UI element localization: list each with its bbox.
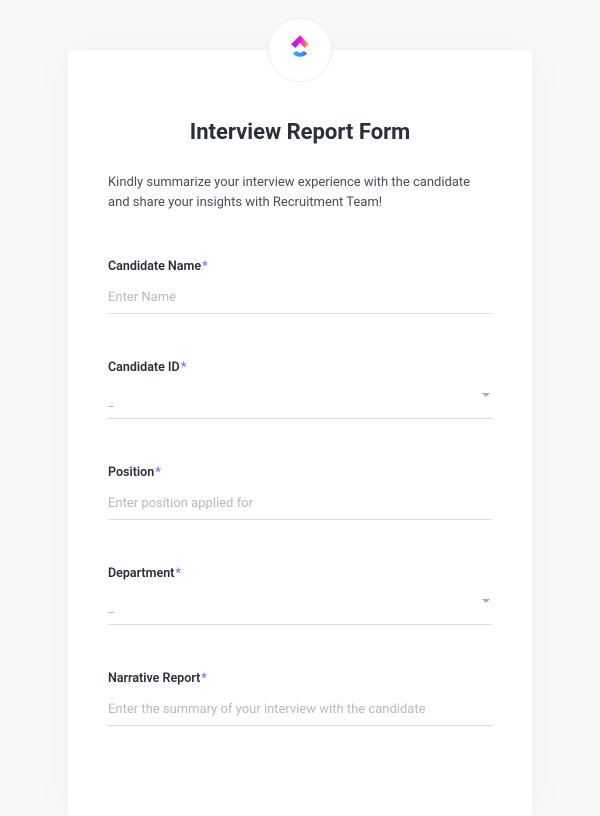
form-title: Interview Report Form [108, 120, 492, 145]
label-text: Department [108, 566, 174, 581]
chevron-down-icon [482, 599, 490, 603]
chevron-down-icon [482, 393, 490, 397]
field-department: Department* _ [108, 566, 492, 625]
narrative-report-label: Narrative Report* [108, 671, 492, 686]
candidate-name-input[interactable] [108, 284, 492, 314]
clickup-logo-icon [282, 30, 318, 70]
label-text: Position [108, 465, 154, 480]
label-text: Candidate ID [108, 360, 180, 375]
label-text: Candidate Name [108, 259, 201, 274]
narrative-report-textarea[interactable] [108, 696, 492, 726]
label-text: Narrative Report [108, 671, 200, 686]
department-select[interactable]: _ [108, 591, 492, 625]
department-label: Department* [108, 566, 492, 581]
select-placeholder: _ [108, 395, 114, 410]
position-input[interactable] [108, 490, 492, 520]
required-mark: * [201, 671, 207, 686]
candidate-name-label: Candidate Name* [108, 259, 492, 274]
field-position: Position* [108, 465, 492, 520]
select-placeholder: _ [108, 601, 114, 616]
logo-circle [268, 18, 332, 82]
required-mark: * [175, 566, 181, 581]
field-narrative-report: Narrative Report* [108, 671, 492, 730]
required-mark: * [155, 465, 161, 480]
required-mark: * [202, 259, 208, 274]
field-candidate-id: Candidate ID* _ [108, 360, 492, 419]
required-mark: * [181, 360, 187, 375]
candidate-id-label: Candidate ID* [108, 360, 492, 375]
candidate-id-select[interactable]: _ [108, 385, 492, 419]
form-intro: Kindly summarize your interview experien… [108, 173, 492, 213]
form-card: Interview Report Form Kindly summarize y… [68, 50, 532, 816]
position-label: Position* [108, 465, 492, 480]
field-candidate-name: Candidate Name* [108, 259, 492, 314]
